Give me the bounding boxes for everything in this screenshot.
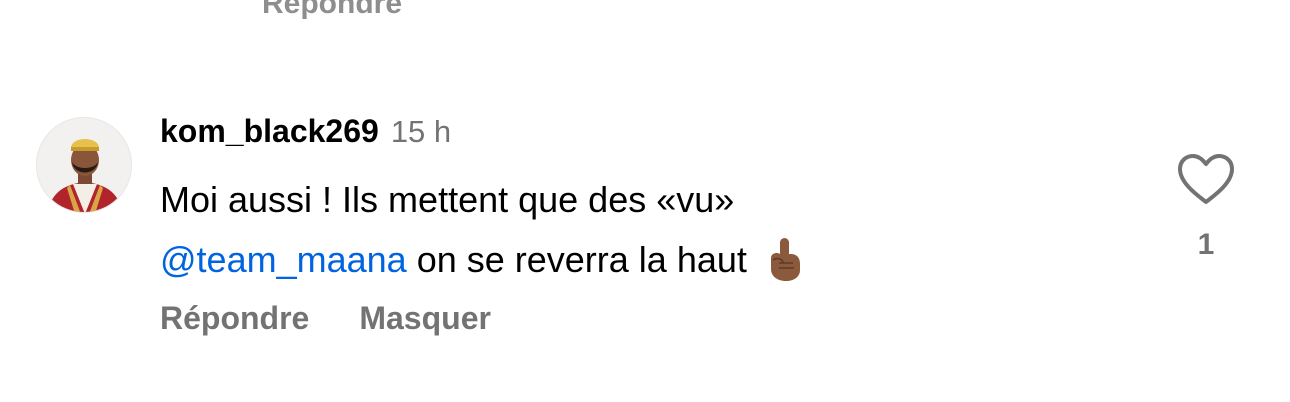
heart-outline-icon[interactable] [1176, 152, 1236, 206]
comment-text-line-1: Moi aussi ! Ils mettent que des «vu» [160, 179, 735, 220]
like-count: 1 [1197, 228, 1215, 261]
comment-text-line-2-body: on se reverra la haut [416, 239, 747, 280]
comment-text-line-2: @team_maana on se reverra la haut [160, 230, 1120, 300]
avatar[interactable] [36, 117, 132, 213]
reply-button[interactable]: Répondre [160, 300, 309, 337]
comment-actions: Répondre Masquer [160, 300, 491, 337]
comment-item: kom_black269 15 h Moi aussi ! Ils metten… [0, 0, 1290, 402]
pointing-up-emoji [765, 236, 805, 300]
username-link[interactable]: kom_black269 [160, 113, 379, 150]
comment-text: Moi aussi ! Ils mettent que des «vu» @te… [160, 170, 1120, 300]
avatar-image [37, 118, 131, 212]
hide-button[interactable]: Masquer [359, 300, 491, 337]
comment-header: kom_black269 15 h [160, 113, 451, 157]
like-section: 1 [1176, 152, 1236, 261]
mention-link[interactable]: @team_maana [160, 239, 407, 280]
timestamp: 15 h [390, 114, 452, 149]
